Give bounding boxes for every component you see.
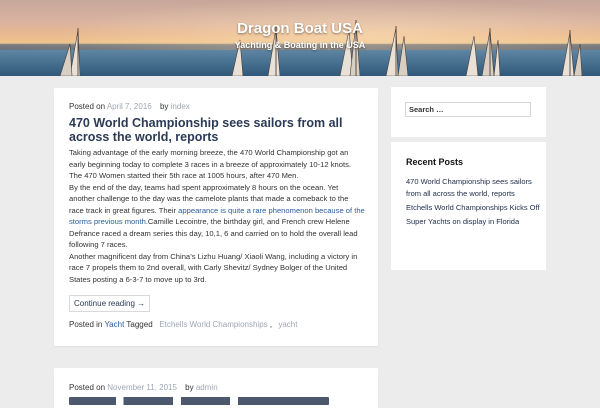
search-widget xyxy=(391,87,546,137)
post-date-link[interactable]: November 11, 2015 xyxy=(107,383,177,392)
post-paragraph: By the end of the day, teams had spent a… xyxy=(69,182,365,251)
post-paragraph: Taking advantage of the early morning br… xyxy=(69,148,351,180)
category-link[interactable]: Yacht xyxy=(104,320,124,329)
post-date-link[interactable]: April 7, 2016 xyxy=(107,102,152,111)
recent-post-link[interactable]: Etchells World Championships Kicks Off xyxy=(406,202,541,214)
by-label: by xyxy=(185,383,194,392)
site-tagline: Yachting & Boating in the USA xyxy=(234,40,366,50)
site-header: Dragon Boat USA Yachting & Boating in th… xyxy=(0,0,600,76)
posted-in-label: Posted in xyxy=(69,320,103,329)
post-paragraph: Another magnificent day from China’s Liz… xyxy=(69,251,358,284)
post-title-cutoff[interactable] xyxy=(69,397,329,405)
by-label: by xyxy=(159,102,169,111)
post-author-link[interactable]: admin xyxy=(196,383,218,392)
post-content: Taking advantage of the early morning br… xyxy=(69,147,365,285)
post-article: Posted on April 7, 2016 by index 470 Wor… xyxy=(54,88,378,346)
post-title-link[interactable]: 470 World Championship sees sailors from… xyxy=(69,116,365,144)
post-meta: Posted on November 11, 2015 by admin xyxy=(69,383,218,392)
tag-link[interactable]: Etchells World Championships xyxy=(159,320,267,329)
recent-posts-list: 470 World Championship sees sailors from… xyxy=(406,176,541,230)
tag-separator: , xyxy=(269,320,273,329)
tag-link[interactable]: yacht xyxy=(278,320,297,329)
recent-post-link[interactable]: Super Yachts on display in Florida xyxy=(406,216,541,228)
tagged-label: Tagged xyxy=(126,320,153,329)
continue-reading-button[interactable]: Continue reading → xyxy=(69,295,151,312)
recent-post-link[interactable]: 470 World Championship sees sailors from… xyxy=(406,176,541,200)
post-article: Posted on November 11, 2015 by admin xyxy=(54,368,378,408)
search-input[interactable] xyxy=(405,102,531,117)
posted-on-label: Posted on xyxy=(69,102,106,111)
header-sailboats-image xyxy=(59,20,583,76)
widget-title: Recent Posts xyxy=(406,157,464,167)
site-title[interactable]: Dragon Boat USA xyxy=(0,20,600,37)
post-footer-tags: Posted in Yacht Tagged Etchells World Ch… xyxy=(69,320,297,329)
recent-posts-widget: Recent Posts 470 World Championship sees… xyxy=(391,142,546,270)
posted-on-label: Posted on xyxy=(69,383,106,392)
post-meta: Posted on April 7, 2016 by index xyxy=(69,102,190,111)
post-author-link[interactable]: index xyxy=(171,102,190,111)
